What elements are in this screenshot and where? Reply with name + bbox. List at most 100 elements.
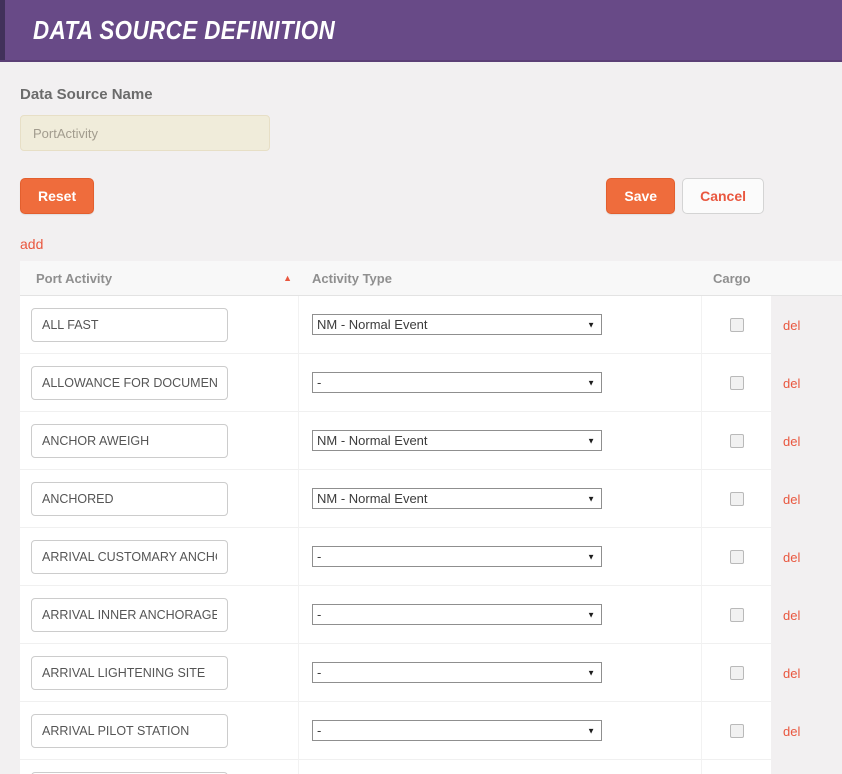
delete-row-link[interactable]: del [771,666,800,681]
actions-cell: del [771,586,842,644]
port-activity-cell [20,412,299,470]
selected-option-label: NM - Normal Event [313,317,428,332]
port-activity-input[interactable] [31,714,228,748]
selected-option-label: - [313,607,321,622]
reset-button[interactable]: Reset [20,178,94,214]
port-activity-input[interactable] [31,366,228,400]
delete-row-link[interactable]: del [771,376,800,391]
cargo-cell [702,354,771,412]
chevron-down-icon: ▼ [587,668,595,677]
header-left-accent [0,0,5,60]
cargo-checkbox[interactable] [730,376,744,390]
main-content: Data Source Name Reset Save Cancel add P… [0,86,842,774]
page-header: DATA SOURCE DEFINITION [0,0,842,62]
column-header-port-activity[interactable]: Port Activity ▲ [20,261,299,295]
activity-type-select[interactable]: NM - Normal Event ▼ [312,430,602,451]
activity-type-cell: - ▼ [299,644,702,702]
activity-type-select[interactable]: - ▼ [312,720,602,741]
table-row: ▼ del [20,760,842,774]
table-header-row: Port Activity ▲ Activity Type Cargo [20,261,842,296]
actions-cell: del [771,470,842,528]
cargo-checkbox[interactable] [730,724,744,738]
cargo-checkbox[interactable] [730,550,744,564]
delete-row-link[interactable]: del [771,608,800,623]
selected-option-label: NM - Normal Event [313,433,428,448]
activity-type-cell: - ▼ [299,528,702,586]
delete-row-link[interactable]: del [771,318,800,333]
activity-type-select[interactable]: - ▼ [312,604,602,625]
activity-type-select[interactable]: - ▼ [312,546,602,567]
selected-option-label: - [313,549,321,564]
cargo-checkbox[interactable] [730,666,744,680]
cargo-cell [702,760,771,774]
save-cancel-group: Save Cancel [606,178,764,214]
activity-type-cell: NM - Normal Event ▼ [299,470,702,528]
activity-type-cell: ▼ [299,760,702,774]
cargo-cell [702,528,771,586]
chevron-down-icon: ▼ [587,610,595,619]
data-source-name-label: Data Source Name [20,86,842,103]
cargo-checkbox[interactable] [730,492,744,506]
port-activity-cell [20,528,299,586]
column-header-cargo[interactable]: Cargo [702,261,771,295]
table-row: - ▼ del [20,586,842,644]
chevron-down-icon: ▼ [587,320,595,329]
button-row: Reset Save Cancel [20,178,764,214]
actions-cell: del [771,702,842,760]
activity-type-cell: - ▼ [299,586,702,644]
selected-option-label: NM - Normal Event [313,491,428,506]
activity-type-select[interactable]: - ▼ [312,372,602,393]
selected-option-label: - [313,665,321,680]
port-activity-input[interactable] [31,540,228,574]
table-body: NM - Normal Event ▼ del - ▼ del [20,296,842,774]
selected-option-label: - [313,723,321,738]
cargo-cell [702,702,771,760]
port-activity-input[interactable] [31,482,228,516]
port-activity-input[interactable] [31,656,228,690]
chevron-down-icon: ▼ [587,494,595,503]
port-activity-cell [20,760,299,774]
activity-type-cell: - ▼ [299,702,702,760]
cargo-cell [702,586,771,644]
delete-row-link[interactable]: del [771,724,800,739]
activity-type-select[interactable]: - ▼ [312,662,602,683]
actions-cell: del [771,644,842,702]
port-activity-input[interactable] [31,308,228,342]
add-row-link[interactable]: add [20,236,43,252]
cargo-cell [702,644,771,702]
port-activity-cell [20,586,299,644]
activity-type-select[interactable]: NM - Normal Event ▼ [312,488,602,509]
save-button[interactable]: Save [606,178,675,214]
cargo-cell [702,412,771,470]
port-activity-cell [20,470,299,528]
cargo-checkbox[interactable] [730,318,744,332]
cargo-checkbox[interactable] [730,608,744,622]
actions-cell: del [771,354,842,412]
activity-type-cell: - ▼ [299,354,702,412]
cancel-button[interactable]: Cancel [682,178,764,214]
port-activity-input[interactable] [31,598,228,632]
table-row: NM - Normal Event ▼ del [20,296,842,354]
table-row: NM - Normal Event ▼ del [20,412,842,470]
port-activity-cell [20,296,299,354]
actions-cell: del [771,296,842,354]
delete-row-link[interactable]: del [771,434,800,449]
column-header-label: Port Activity [36,271,112,286]
column-header-activity-type[interactable]: Activity Type [299,261,702,295]
chevron-down-icon: ▼ [587,552,595,561]
table-row: - ▼ del [20,528,842,586]
cargo-checkbox[interactable] [730,434,744,448]
table-row: - ▼ del [20,354,842,412]
activity-type-cell: NM - Normal Event ▼ [299,296,702,354]
chevron-down-icon: ▼ [587,726,595,735]
activity-type-select[interactable]: NM - Normal Event ▼ [312,314,602,335]
delete-row-link[interactable]: del [771,492,800,507]
port-activity-cell [20,354,299,412]
delete-row-link[interactable]: del [771,550,800,565]
port-activity-input[interactable] [31,424,228,458]
data-source-name-input[interactable] [20,115,270,151]
actions-cell: del [771,528,842,586]
port-activity-cell [20,702,299,760]
chevron-down-icon: ▼ [587,436,595,445]
chevron-down-icon: ▼ [587,378,595,387]
